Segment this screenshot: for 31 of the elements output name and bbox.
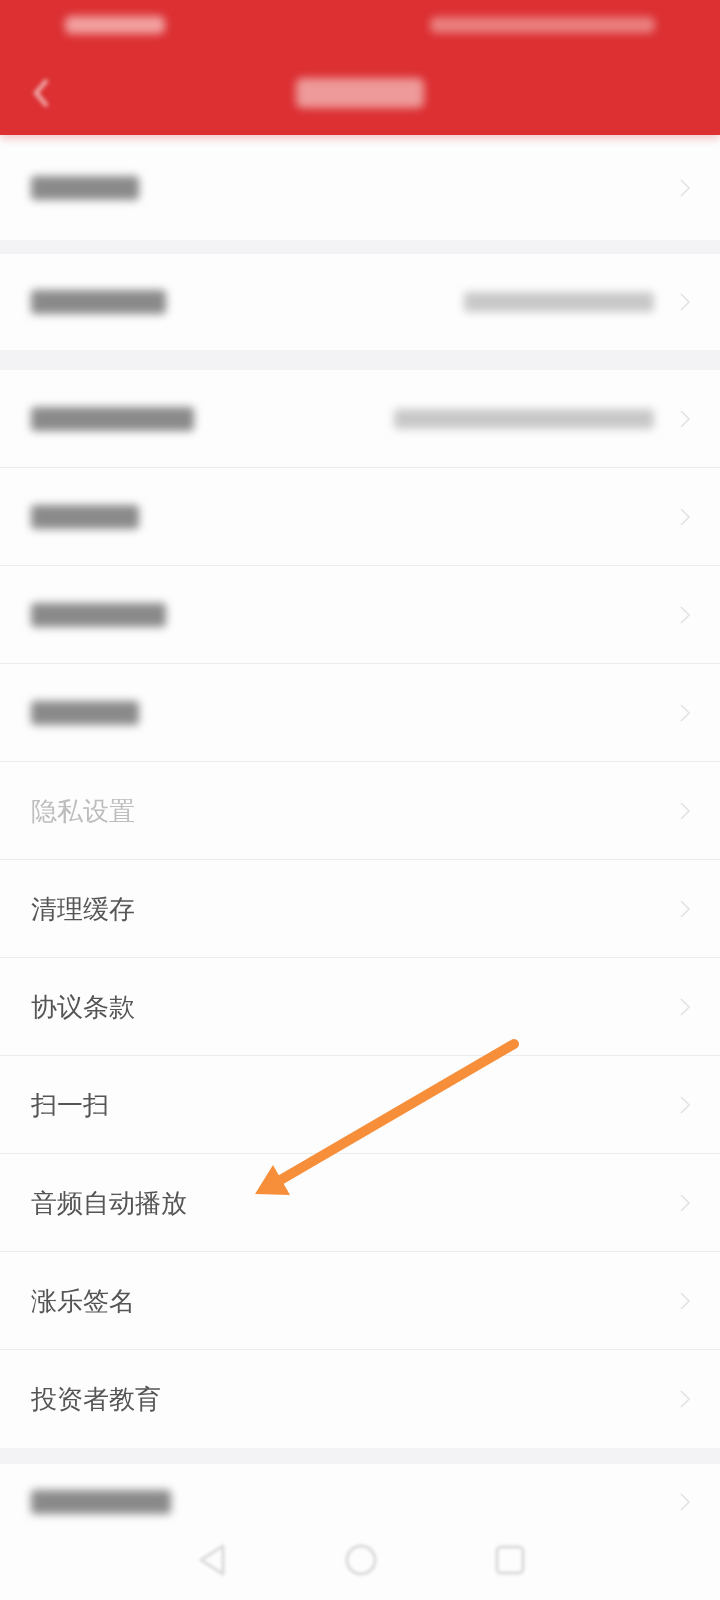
settings-row[interactable]: 涨乐签名 — [0, 1252, 720, 1350]
settings-row[interactable] — [0, 664, 720, 762]
settings-row[interactable]: 协议条款 — [0, 958, 720, 1056]
settings-row[interactable] — [0, 1464, 720, 1540]
chevron-right-icon — [680, 801, 690, 820]
settings-row[interactable] — [0, 254, 720, 350]
back-icon — [33, 77, 49, 108]
chevron-right-icon — [680, 997, 690, 1016]
chevron-right-icon — [680, 605, 690, 624]
chevron-right-icon — [680, 293, 690, 311]
home-circle-icon — [343, 1543, 378, 1577]
chevron-right-icon — [680, 178, 690, 197]
recents-square-icon — [494, 1544, 526, 1576]
settings-row[interactable]: 音频自动播放 — [0, 1154, 720, 1252]
settings-row[interactable] — [0, 370, 720, 468]
settings-row[interactable]: 清理缓存 — [0, 860, 720, 958]
settings-row[interactable] — [0, 566, 720, 664]
settings-row[interactable] — [0, 468, 720, 566]
chevron-right-icon — [680, 1095, 690, 1114]
back-triangle-icon — [197, 1543, 227, 1577]
chevron-right-icon — [680, 1493, 690, 1511]
chevron-right-icon — [680, 409, 690, 428]
chevron-right-icon — [680, 1291, 690, 1310]
chevron-right-icon — [680, 899, 690, 918]
settings-row[interactable]: 投资者教育 — [0, 1350, 720, 1448]
chevron-right-icon — [680, 1390, 690, 1408]
settings-row[interactable]: 扫一扫 — [0, 1056, 720, 1154]
settings-row[interactable] — [0, 135, 720, 240]
chevron-right-icon — [680, 507, 690, 526]
chevron-right-icon — [680, 703, 690, 722]
chevron-right-icon — [680, 1193, 690, 1212]
